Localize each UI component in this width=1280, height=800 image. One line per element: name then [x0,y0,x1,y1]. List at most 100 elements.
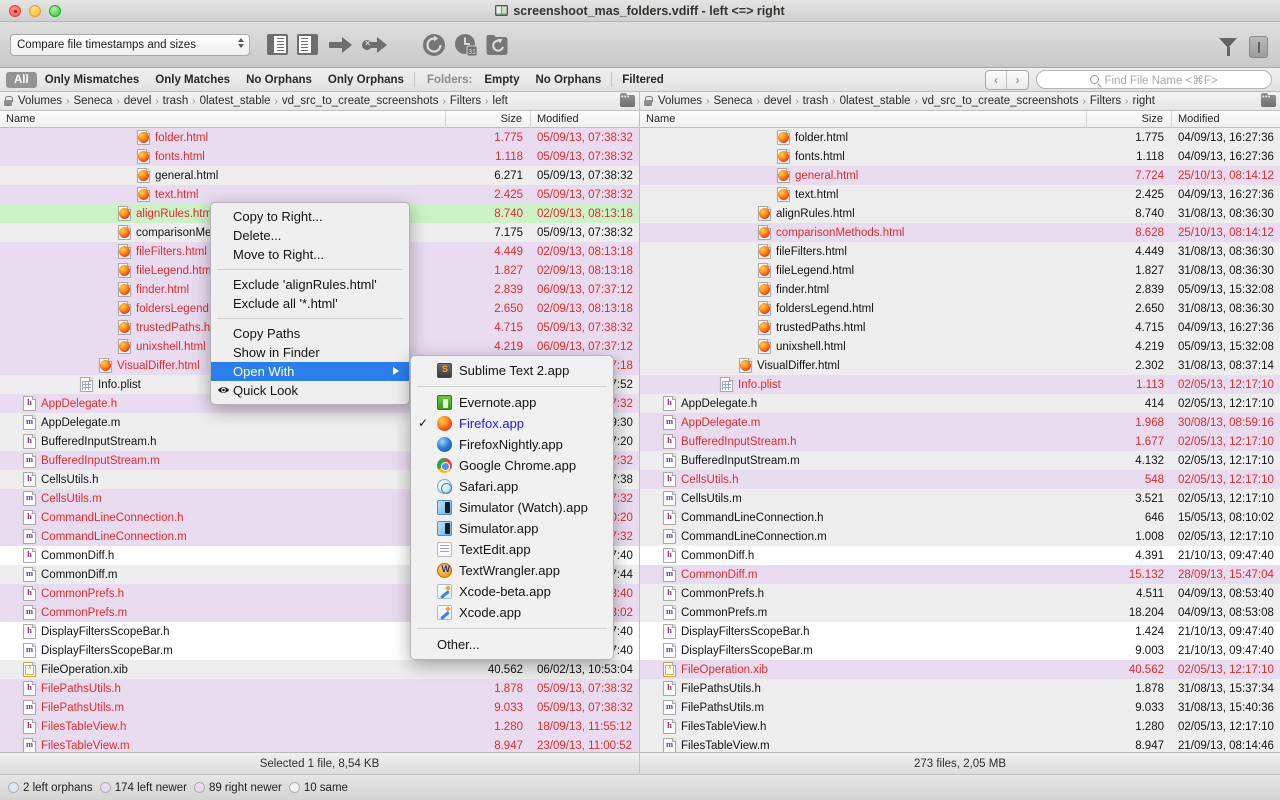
right-crumb-2[interactable]: devel [764,95,792,107]
table-row[interactable]: general.html7.72425/10/13, 08:14:12 [640,166,1280,185]
left-col-name[interactable]: Name [0,111,446,128]
right-crumb-4[interactable]: 0latest_stable [840,95,911,107]
scope-item-filtered[interactable]: Filtered [614,72,672,88]
table-row[interactable]: comparisonMethods.html8.62825/10/13, 08:… [640,223,1280,242]
compare-mode-select[interactable]: Compare file timestamps and sizes [10,34,250,56]
right-crumb-5[interactable]: vd_src_to_create_screenshots [922,95,1079,107]
table-row[interactable]: hFilesTableView.h1.28018/09/13, 11:55:12 [0,717,639,736]
close-button[interactable] [9,5,21,17]
right-crumb-3[interactable]: trash [803,95,829,107]
table-row[interactable]: hCommonDiff.h4.39121/10/13, 09:47:40 [640,546,1280,565]
right-col-name[interactable]: Name [640,111,1087,128]
table-row[interactable]: trustedPaths.html4.71504/09/13, 16:27:36 [640,318,1280,337]
table-row[interactable]: folder.html1.77504/09/13, 16:27:36 [640,128,1280,147]
left-crumb-2[interactable]: devel [124,95,152,107]
open-with-menu-item[interactable]: Evernote.app [411,392,613,413]
context-menu-item[interactable]: Copy to Right... [211,207,409,226]
table-row[interactable]: fileLegend.html1.82731/08/13, 08:36:30 [640,261,1280,280]
context-menu-item[interactable]: Exclude 'alignRules.html' [211,275,409,294]
table-row[interactable]: alignRules.html8.74031/08/13, 08:36:30 [640,204,1280,223]
table-row[interactable]: hBufferedInputStream.h1.67702/05/13, 12:… [640,432,1280,451]
context-menu-item[interactable]: Exclude all '*.html' [211,294,409,313]
table-row[interactable]: hAppDelegate.h41402/05/13, 12:17:10 [640,394,1280,413]
left-crumb-6[interactable]: Filters [450,95,481,107]
history-nav-buttons[interactable]: ‹ › [985,70,1029,90]
open-with-menu-item[interactable]: Simulator.app [411,518,613,539]
context-menu-item[interactable]: Quick Look [211,381,409,400]
scope-item-folders-empty[interactable]: Empty [476,72,527,88]
left-crumb-0[interactable]: Volumes [18,95,62,107]
table-row[interactable]: mCommonPrefs.m18.20404/09/13, 08:53:08 [640,603,1280,622]
right-crumb-0[interactable]: Volumes [658,95,702,107]
context-menu-item[interactable]: Show in Finder [211,343,409,362]
context-menu-item[interactable]: Open With [211,362,409,381]
table-row[interactable]: finder.html2.83905/09/13, 15:32:08 [640,280,1280,299]
open-with-menu-item[interactable]: Safari.app [411,476,613,497]
table-row[interactable]: mFilesTableView.m8.94721/09/13, 08:14:46 [640,736,1280,752]
open-with-menu-item[interactable]: Xcode.app [411,602,613,623]
table-row[interactable]: mCommonDiff.m15.13228/09/13, 15:47:04 [640,565,1280,584]
left-crumb-7[interactable]: left [493,95,508,107]
table-row[interactable]: mFilesTableView.m8.94723/09/13, 11:00:52 [0,736,639,752]
left-path-bar[interactable]: Volumes› Seneca› devel› trash› 0latest_s… [0,92,640,111]
right-pane-icon[interactable] [297,34,318,55]
table-row[interactable]: mBufferedInputStream.m4.13202/05/13, 12:… [640,451,1280,470]
arrow-right-delete-icon[interactable] [362,35,388,55]
table-row[interactable]: mCommandLineConnection.m1.00802/05/13, 1… [640,527,1280,546]
left-crumb-5[interactable]: vd_src_to_create_screenshots [282,95,439,107]
table-row[interactable]: mAppDelegate.m1.96830/08/13, 08:59:16 [640,413,1280,432]
table-row[interactable]: VisualDiffer.html2.30231/08/13, 08:37:14 [640,356,1280,375]
open-with-menu-item[interactable]: ✓Firefox.app [411,413,613,434]
legend-item[interactable]: 89 right newer [194,782,282,794]
context-menu-item[interactable]: Delete... [211,226,409,245]
table-row[interactable]: Info.plist1.11302/05/13, 12:17:10 [640,375,1280,394]
right-crumb-6[interactable]: Filters [1090,95,1121,107]
table-row[interactable]: hFilePathsUtils.h1.87805/09/13, 07:38:32 [0,679,639,698]
table-row[interactable]: hDisplayFiltersScopeBar.h1.42421/10/13, … [640,622,1280,641]
open-with-menu-item[interactable]: TextEdit.app [411,539,613,560]
search-input[interactable]: Find File Name <⌘F> [1036,70,1272,89]
context-menu[interactable]: Copy to Right...Delete...Move to Right..… [210,202,410,405]
arrow-right-icon[interactable] [327,35,353,55]
right-crumb-1[interactable]: Seneca [713,95,752,107]
context-menu-item[interactable]: Move to Right... [211,245,409,264]
open-with-menu-item[interactable]: Simulator (Watch).app [411,497,613,518]
open-with-menu-item[interactable]: TextWrangler.app [411,560,613,581]
table-row[interactable]: unixshell.html4.21905/09/13, 15:32:08 [640,337,1280,356]
left-crumb-1[interactable]: Seneca [73,95,112,107]
nav-back-icon[interactable]: ‹ [986,71,1007,89]
zoom-button[interactable] [49,5,61,17]
table-row[interactable]: mCellsUtils.m3.52102/05/13, 12:17:10 [640,489,1280,508]
nav-forward-icon[interactable]: › [1007,71,1028,89]
table-row[interactable]: hCommonPrefs.h4.51104/09/13, 08:53:40 [640,584,1280,603]
left-col-modified[interactable]: Modified [531,111,639,128]
right-choose-folder-icon[interactable] [1261,95,1276,107]
table-row[interactable]: general.html6.27105/09/13, 07:38:32 [0,166,639,185]
left-choose-folder-icon[interactable] [620,95,635,107]
table-row[interactable]: hFilesTableView.h1.28002/05/13, 12:17:10 [640,717,1280,736]
refresh-icon[interactable] [422,33,446,57]
table-row[interactable]: foldersLegend.html2.65031/08/13, 08:36:3… [640,299,1280,318]
scope-item-only-matches[interactable]: Only Matches [147,72,238,88]
scope-item-only-orphans[interactable]: Only Orphans [320,72,412,88]
table-row[interactable]: fileFilters.html4.44931/08/13, 08:36:30 [640,242,1280,261]
folder-refresh-icon[interactable] [486,34,508,56]
info-panel-icon[interactable] [1249,36,1268,58]
table-row[interactable]: FileOperation.xib40.56202/05/13, 12:17:1… [640,660,1280,679]
left-crumb-3[interactable]: trash [163,95,189,107]
scope-item-only-mismatches[interactable]: Only Mismatches [37,72,148,88]
table-row[interactable]: fonts.html1.11805/09/13, 07:38:32 [0,147,639,166]
table-row[interactable]: hCellsUtils.h54802/05/13, 12:17:10 [640,470,1280,489]
open-with-menu-item[interactable]: Sublime Text 2.app [411,360,613,381]
right-file-list[interactable]: folder.html1.77504/09/13, 16:27:36fonts.… [640,128,1280,752]
table-row[interactable]: text.html2.42504/09/13, 16:27:36 [640,185,1280,204]
right-path-bar[interactable]: Volumes› Seneca› devel› trash› 0latest_s… [640,92,1280,111]
table-row[interactable]: FileOperation.xib40.56206/02/13, 10:53:0… [0,660,639,679]
table-row[interactable]: mFilePathsUtils.m9.03305/09/13, 07:38:32 [0,698,639,717]
right-col-modified[interactable]: Modified [1172,111,1280,128]
left-col-size[interactable]: Size [446,111,531,128]
scope-item-folders-no-orphans[interactable]: No Orphans [527,72,609,88]
clock-calendar-icon[interactable]: 31 [454,33,478,57]
right-col-size[interactable]: Size [1087,111,1172,128]
right-crumb-7[interactable]: right [1133,95,1155,107]
